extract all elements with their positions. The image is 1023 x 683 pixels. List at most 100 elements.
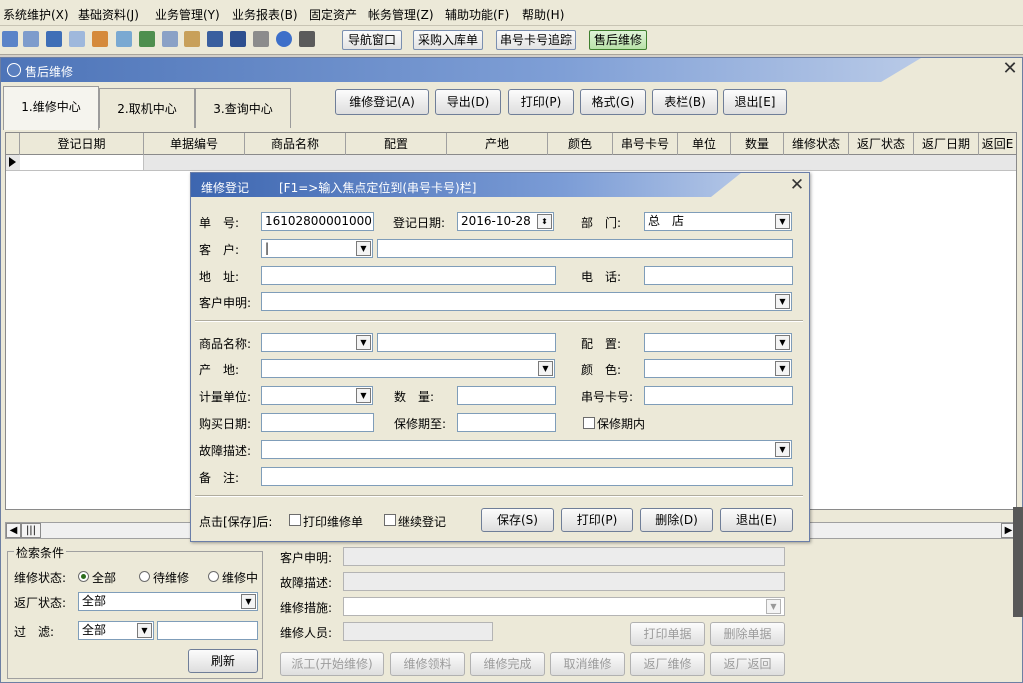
- col-origin[interactable]: 产地: [447, 133, 548, 155]
- tab-repair-center[interactable]: 1.维修中心: [3, 86, 99, 130]
- repair-material-button[interactable]: 维修领料: [390, 652, 465, 676]
- dispatch-button[interactable]: 派工(开始维修): [280, 652, 384, 676]
- address-field[interactable]: [261, 266, 556, 285]
- date-spin-icon[interactable]: ⬍: [537, 214, 552, 229]
- col-unit[interactable]: 单位: [678, 133, 731, 155]
- factory-repair-button[interactable]: 返厂维修: [630, 652, 705, 676]
- nav-window-button[interactable]: 导航窗口: [342, 30, 402, 50]
- scroll-thumb[interactable]: |||: [21, 523, 41, 538]
- chevron-down-icon[interactable]: ▼: [356, 335, 371, 350]
- factory-return-button[interactable]: 返厂返回: [710, 652, 785, 676]
- col-qty[interactable]: 数量: [731, 133, 784, 155]
- chevron-down-icon[interactable]: ▼: [775, 442, 790, 457]
- form-icon[interactable]: [23, 31, 39, 47]
- delete-doc-button[interactable]: 删除单据: [710, 622, 785, 646]
- save-icon[interactable]: [230, 31, 246, 47]
- col-repair-status[interactable]: 维修状态: [784, 133, 849, 155]
- col-return-back[interactable]: 返回E: [979, 133, 1016, 155]
- exit-button[interactable]: 退出[E]: [723, 89, 787, 115]
- origin-select[interactable]: [261, 359, 555, 378]
- filter-input[interactable]: [157, 621, 258, 640]
- cancel-repair-button[interactable]: 取消维修: [550, 652, 625, 676]
- chevron-down-icon[interactable]: ▼: [241, 594, 256, 609]
- dept-select[interactable]: 总 店: [644, 212, 792, 231]
- menu-system[interactable]: 系统维护(X): [3, 6, 69, 23]
- buy-date-field[interactable]: [261, 413, 374, 432]
- col-config[interactable]: 配置: [346, 133, 447, 155]
- menu-tools[interactable]: 辅助功能(F): [445, 6, 509, 23]
- customer-name-field[interactable]: [377, 239, 793, 258]
- chevron-down-icon[interactable]: ▼: [775, 214, 790, 229]
- menu-business[interactable]: 业务管理(Y): [155, 6, 220, 23]
- grid-icon[interactable]: [2, 31, 18, 47]
- note-field[interactable]: [261, 467, 793, 486]
- radio-all-label[interactable]: 全部: [92, 569, 116, 586]
- chevron-down-icon[interactable]: ▼: [775, 294, 790, 309]
- continue-register-checkbox[interactable]: [384, 514, 396, 526]
- col-serial[interactable]: 串号卡号: [613, 133, 678, 155]
- chevron-down-icon[interactable]: ▼: [766, 599, 781, 614]
- menu-reports[interactable]: 业务报表(B): [232, 6, 298, 23]
- repair-register-button[interactable]: 维修登记(A): [335, 89, 429, 115]
- col-return-status[interactable]: 返厂状态: [849, 133, 914, 155]
- radio-in-repair-label[interactable]: 维修中: [222, 569, 258, 586]
- help-icon[interactable]: [276, 31, 292, 47]
- printer-icon[interactable]: [253, 31, 269, 47]
- chevron-down-icon[interactable]: ▼: [775, 361, 790, 376]
- scroll-left-icon[interactable]: ◀: [6, 523, 21, 538]
- users-icon[interactable]: [139, 31, 155, 47]
- qty-field[interactable]: [457, 386, 556, 405]
- report-icon[interactable]: [92, 31, 108, 47]
- col-register-date[interactable]: 登记日期: [20, 133, 144, 155]
- tab-query-center[interactable]: 3.查询中心: [195, 88, 291, 128]
- col-doc-no[interactable]: 单据编号: [144, 133, 245, 155]
- tools-icon[interactable]: [116, 31, 132, 47]
- exit-icon[interactable]: [299, 31, 315, 47]
- radio-pending[interactable]: [139, 571, 150, 582]
- order-no-field[interactable]: 161028000010001: [261, 212, 374, 231]
- in-warranty-checkbox[interactable]: [583, 417, 595, 429]
- save-button[interactable]: 保存(S): [481, 508, 554, 532]
- col-product[interactable]: 商品名称: [245, 133, 346, 155]
- screen-icon[interactable]: [207, 31, 223, 47]
- dialog-print-button[interactable]: 打印(P): [561, 508, 633, 532]
- columns-button[interactable]: 表栏(B): [652, 89, 718, 115]
- measure-select[interactable]: [343, 597, 785, 616]
- window-icon[interactable]: [46, 31, 62, 47]
- export-button[interactable]: 导出(D): [435, 89, 501, 115]
- transfer-icon[interactable]: [162, 31, 178, 47]
- table-row[interactable]: [6, 155, 1016, 171]
- after-sales-button[interactable]: 售后维修: [589, 30, 647, 50]
- radio-in-repair[interactable]: [208, 571, 219, 582]
- statement-select[interactable]: [261, 292, 792, 311]
- config-select[interactable]: [644, 333, 792, 352]
- chevron-down-icon[interactable]: ▼: [775, 335, 790, 350]
- purchase-in-button[interactable]: 采购入库单: [413, 30, 483, 50]
- radio-all[interactable]: [78, 571, 89, 582]
- radio-pending-label[interactable]: 待维修: [153, 569, 189, 586]
- chevron-down-icon[interactable]: ▼: [137, 623, 152, 638]
- phone-field[interactable]: [644, 266, 793, 285]
- chevron-down-icon[interactable]: ▼: [538, 361, 553, 376]
- repair-done-button[interactable]: 维修完成: [470, 652, 545, 676]
- close-icon[interactable]: ✕: [1001, 60, 1019, 78]
- color-select[interactable]: [644, 359, 792, 378]
- print-doc-button[interactable]: 打印单据: [630, 622, 705, 646]
- delete-button[interactable]: 删除(D): [640, 508, 713, 532]
- fault-desc-select[interactable]: [261, 440, 792, 459]
- menu-accounts[interactable]: 帐务管理(Z): [368, 6, 434, 23]
- chevron-down-icon[interactable]: ▼: [356, 388, 371, 403]
- product-name-field[interactable]: [377, 333, 556, 352]
- serial-trace-button[interactable]: 串号卡号追踪: [496, 30, 576, 50]
- print-repair-checkbox[interactable]: [289, 514, 301, 526]
- menu-basic-data[interactable]: 基础资料(J): [78, 6, 139, 23]
- col-return-date[interactable]: 返厂日期: [914, 133, 979, 155]
- return-status-select[interactable]: 全部: [78, 592, 258, 611]
- dialog-exit-button[interactable]: 退出(E): [720, 508, 793, 532]
- format-button[interactable]: 格式(G): [580, 89, 646, 115]
- warranty-field[interactable]: [457, 413, 556, 432]
- menu-fixed-assets[interactable]: 固定资产: [309, 6, 357, 23]
- tab-pickup-center[interactable]: 2.取机中心: [99, 88, 195, 128]
- refresh-button[interactable]: 刷新: [188, 649, 258, 673]
- menu-help[interactable]: 帮助(H): [522, 6, 564, 23]
